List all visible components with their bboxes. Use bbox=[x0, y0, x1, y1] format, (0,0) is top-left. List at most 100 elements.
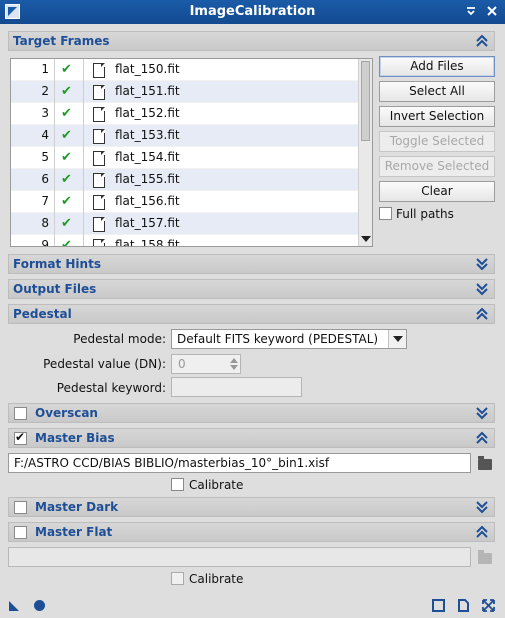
file-icon bbox=[93, 85, 105, 100]
apply-global-icon[interactable] bbox=[33, 599, 46, 615]
list-item[interactable]: 2 ✔ flat_151.fit bbox=[11, 81, 372, 103]
full-paths-option[interactable]: Full paths bbox=[379, 206, 454, 221]
close-icon[interactable] bbox=[484, 3, 500, 19]
file-icon bbox=[93, 239, 105, 246]
file-icon bbox=[93, 195, 105, 210]
section-title: Pedestal bbox=[13, 307, 72, 321]
file-name: flat_152.fit bbox=[115, 106, 180, 120]
file-name: flat_156.fit bbox=[115, 194, 180, 208]
section-title: Format Hints bbox=[13, 257, 101, 271]
enabled-check-icon[interactable]: ✔ bbox=[61, 106, 72, 121]
spin-down-icon[interactable] bbox=[230, 365, 238, 370]
collapse-icon[interactable] bbox=[476, 431, 488, 445]
file-icon bbox=[93, 107, 105, 122]
format-hints-section-header[interactable]: Format Hints bbox=[8, 254, 495, 274]
list-item[interactable]: 3 ✔ flat_152.fit bbox=[11, 103, 372, 125]
file-name: flat_158.fit bbox=[115, 238, 180, 247]
remove-selected-button[interactable]: Remove Selected bbox=[379, 156, 495, 177]
master-bias-section-header[interactable]: Master Bias bbox=[8, 428, 495, 448]
enabled-check-icon[interactable]: ✔ bbox=[61, 238, 72, 246]
expand-icon[interactable] bbox=[476, 257, 488, 271]
pedestal-keyword-input[interactable] bbox=[171, 377, 302, 397]
target-frames-list[interactable]: 1 ✔ flat_150.fit 2 ✔ flat_151.fit 3 ✔ fl… bbox=[10, 58, 373, 247]
master-flat-calibrate-checkbox[interactable] bbox=[171, 572, 184, 585]
section-title: Master Flat bbox=[35, 525, 113, 539]
file-icon bbox=[93, 129, 105, 144]
new-instance-icon[interactable] bbox=[8, 599, 21, 615]
overscan-section-header[interactable]: Overscan bbox=[8, 403, 495, 423]
collapse-icon[interactable] bbox=[476, 34, 488, 48]
pedestal-section-header[interactable]: Pedestal bbox=[8, 304, 495, 324]
output-files-section-header[interactable]: Output Files bbox=[8, 279, 495, 299]
toggle-selected-button[interactable]: Toggle Selected bbox=[379, 131, 495, 152]
expand-icon[interactable] bbox=[476, 500, 488, 514]
enabled-check-icon[interactable]: ✔ bbox=[61, 84, 72, 99]
full-paths-label: Full paths bbox=[396, 206, 454, 221]
enabled-check-icon[interactable]: ✔ bbox=[61, 150, 72, 165]
master-flat-section-header[interactable]: Master Flat bbox=[8, 522, 495, 542]
file-icon bbox=[93, 217, 105, 232]
list-item[interactable]: 1 ✔ flat_150.fit bbox=[11, 59, 372, 81]
master-flat-calibrate-option[interactable]: Calibrate bbox=[171, 571, 243, 586]
file-icon bbox=[93, 63, 105, 78]
row-index: 7 bbox=[41, 194, 49, 208]
add-files-button[interactable]: Add Files bbox=[379, 56, 495, 77]
pedestal-value: 0 bbox=[178, 357, 186, 371]
expand-icon[interactable] bbox=[476, 406, 488, 420]
list-item[interactable]: 8 ✔ flat_157.fit bbox=[11, 213, 372, 235]
shade-icon[interactable] bbox=[463, 3, 479, 19]
select-all-button[interactable]: Select All bbox=[379, 81, 495, 102]
row-index: 8 bbox=[41, 216, 49, 230]
row-index: 2 bbox=[41, 84, 49, 98]
master-bias-calibrate-option[interactable]: Calibrate bbox=[171, 477, 243, 492]
collapse-icon[interactable] bbox=[476, 307, 488, 321]
master-bias-checkbox[interactable] bbox=[14, 430, 27, 445]
folder-icon[interactable] bbox=[478, 550, 492, 564]
row-index: 3 bbox=[41, 106, 49, 120]
pedestal-mode-select[interactable]: Default FITS keyword (PEDESTAL) bbox=[171, 329, 407, 349]
list-item[interactable]: 6 ✔ flat_155.fit bbox=[11, 169, 372, 191]
enabled-check-icon[interactable]: ✔ bbox=[61, 216, 72, 231]
scroll-down-icon[interactable] bbox=[361, 236, 371, 242]
enabled-check-icon[interactable]: ✔ bbox=[61, 128, 72, 143]
reset-expand-icon[interactable] bbox=[482, 599, 495, 615]
file-icon bbox=[93, 151, 105, 166]
row-index: 6 bbox=[41, 172, 49, 186]
scrollbar-thumb[interactable] bbox=[361, 61, 370, 141]
overscan-checkbox[interactable] bbox=[14, 407, 27, 420]
file-icon bbox=[93, 173, 105, 188]
list-item[interactable]: 4 ✔ flat_153.fit bbox=[11, 125, 372, 147]
file-name: flat_154.fit bbox=[115, 150, 180, 164]
master-dark-checkbox[interactable] bbox=[14, 501, 27, 514]
spin-up-icon[interactable] bbox=[230, 358, 238, 363]
reset-document-icon[interactable] bbox=[457, 599, 470, 615]
list-scrollbar[interactable] bbox=[358, 59, 372, 246]
master-bias-path-input[interactable]: F:/ASTRO CCD/BIAS BIBLIO/masterbias_10°_… bbox=[8, 453, 471, 473]
folder-icon[interactable] bbox=[478, 456, 492, 470]
master-dark-section-header[interactable]: Master Dark bbox=[8, 497, 495, 517]
list-item[interactable]: 7 ✔ flat_156.fit bbox=[11, 191, 372, 213]
master-flat-checkbox[interactable] bbox=[14, 526, 27, 539]
browse-documentation-icon[interactable] bbox=[432, 599, 445, 615]
section-title: Target Frames bbox=[13, 34, 110, 48]
clear-button[interactable]: Clear bbox=[379, 181, 495, 202]
list-item[interactable]: 5 ✔ flat_154.fit bbox=[11, 147, 372, 169]
bottom-toolbar bbox=[0, 594, 505, 618]
enabled-check-icon[interactable]: ✔ bbox=[61, 172, 72, 187]
invert-selection-button[interactable]: Invert Selection bbox=[379, 106, 495, 127]
collapse-icon[interactable] bbox=[476, 525, 488, 539]
full-paths-checkbox[interactable] bbox=[379, 207, 392, 220]
pedestal-value-spinbox[interactable]: 0 bbox=[171, 354, 241, 374]
target-frames-section-header[interactable]: Target Frames bbox=[8, 31, 495, 51]
pedestal-keyword-label: Pedestal keyword: bbox=[56, 381, 166, 395]
master-bias-calibrate-checkbox[interactable] bbox=[171, 478, 184, 491]
enabled-check-icon[interactable]: ✔ bbox=[61, 194, 72, 209]
expand-icon[interactable] bbox=[476, 282, 488, 296]
chevron-down-icon[interactable] bbox=[388, 330, 406, 348]
list-item[interactable]: 9 ✔ flat_158.fit bbox=[11, 235, 372, 247]
file-name: flat_155.fit bbox=[115, 172, 180, 186]
enabled-check-icon[interactable]: ✔ bbox=[61, 62, 72, 77]
master-flat-path-input[interactable] bbox=[8, 547, 471, 567]
section-title: Master Dark bbox=[35, 500, 119, 514]
calibrate-label: Calibrate bbox=[189, 477, 244, 492]
